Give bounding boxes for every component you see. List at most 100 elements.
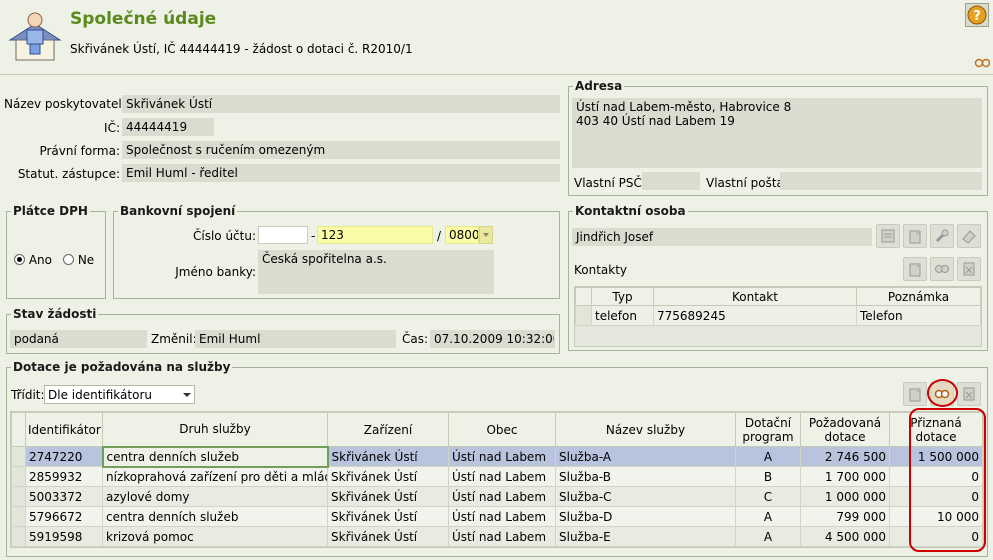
bank-code-field[interactable]: 0800 (445, 226, 479, 244)
radio-checked-icon (14, 254, 25, 265)
cell-program: C (735, 486, 801, 507)
representative-label: Statut. zástupce: (17, 167, 120, 181)
radio-unchecked-icon (63, 254, 74, 265)
page-subtitle: Skřivánek Ústí, IČ 44444419 - žádost o d… (70, 42, 413, 56)
posta-field[interactable] (780, 172, 982, 190)
representative-field[interactable]: Emil Huml - ředitel (122, 164, 560, 182)
cell-identifier: 5003372 (25, 486, 103, 507)
question-mark-icon: ? (967, 5, 987, 25)
account-prefix-field[interactable] (258, 226, 308, 244)
cell-program: A (735, 446, 801, 467)
services-new-button[interactable] (903, 382, 927, 406)
table-row[interactable]: 2747220 centra denních služeb Skřivánek … (11, 445, 983, 468)
legal-form-field[interactable]: Společnost s ručením omezeným (122, 141, 560, 159)
psc-label: Vlastní PSČ (574, 176, 642, 190)
row-selector[interactable] (11, 466, 26, 487)
col-program[interactable]: Dotační program (735, 412, 801, 447)
col-service-name[interactable]: Název služby (555, 412, 736, 447)
cell-service-type[interactable]: centra denních služeb (101, 445, 329, 468)
new-document-icon (909, 262, 921, 277)
account-label: Číslo účtu: (192, 229, 256, 243)
contacts-col-note[interactable]: Poznámka (856, 287, 981, 306)
changed-by-field[interactable]: Emil Huml (195, 330, 396, 348)
page-title: Společné údaje (70, 9, 217, 29)
contacts-col-contact[interactable]: Kontakt (653, 287, 857, 306)
cell-identifier: 2859932 (25, 466, 103, 487)
ic-label: IČ: (104, 121, 120, 135)
table-row[interactable]: 5796672 centra denních služeb Skřivánek … (11, 506, 983, 527)
vat-yes-label: Ano (28, 253, 52, 267)
contact-new-button[interactable] (903, 224, 927, 248)
status-field[interactable]: podaná (10, 330, 147, 348)
contact-select-button[interactable] (876, 224, 900, 248)
contacts-table: Typ Kontakt Poznámka telefon 775689245 T… (574, 286, 982, 347)
row-selector[interactable] (11, 446, 26, 467)
cell-facility: Skřivánek Ústí (327, 466, 449, 487)
contacts-table-empty (575, 326, 981, 346)
services-table: Identifikátor Druh služby Zařízení Obec … (10, 411, 984, 548)
contacts-view-button[interactable] (930, 257, 954, 281)
cell-facility: Skřivánek Ústí (327, 486, 449, 507)
col-municipality[interactable]: Obec (448, 412, 556, 447)
contacts-delete-button[interactable] (957, 257, 981, 281)
cell-service-type: centra denních služeb (102, 506, 328, 527)
delete-document-icon (963, 387, 975, 401)
account-number-field[interactable]: 123 (317, 226, 433, 244)
cell-requested: 4 500 000 (800, 526, 890, 547)
sort-select[interactable]: Dle identifikátoru (44, 385, 195, 404)
vat-yes-radio[interactable]: Ano (14, 253, 52, 267)
ic-field[interactable]: 44444419 (122, 118, 214, 136)
vat-legend: Plátce DPH (11, 204, 90, 218)
contacts-row[interactable]: telefon 775689245 Telefon (575, 305, 981, 326)
cell-program: A (735, 506, 801, 527)
time-field[interactable]: 07.10.2009 10:32:00 (430, 330, 555, 348)
table-row[interactable]: 5003372 azylové domy Skřivánek Ústí Ústí… (11, 486, 983, 507)
contact-note-cell: Telefon (856, 305, 981, 326)
bank-name-field[interactable]: Česká spořitelna a.s. (258, 250, 494, 294)
changed-by-label: Změnil: (151, 332, 197, 346)
glasses-icon (935, 265, 949, 273)
list-icon (881, 229, 895, 243)
table-row[interactable]: 5919598 krizová pomoc Skřivánek Ústí Úst… (11, 526, 983, 547)
row-selector[interactable] (11, 506, 26, 527)
cell-municipality: Ústí nad Labem (448, 486, 556, 507)
cell-municipality: Ústí nad Labem (448, 446, 556, 467)
cell-program: A (735, 526, 801, 547)
cell-requested: 799 000 (800, 506, 890, 527)
cell-requested: 1 000 000 (800, 486, 890, 507)
bank-code-dropdown[interactable] (479, 226, 493, 244)
eraser-icon (962, 230, 976, 244)
vat-no-radio[interactable]: Ne (63, 253, 94, 267)
cell-service-type: krizová pomoc (102, 526, 328, 547)
contacts-col-type[interactable]: Typ (591, 287, 654, 306)
col-identifier[interactable]: Identifikátor (25, 412, 103, 447)
contact-person-field[interactable]: Jindřich Josef (572, 228, 872, 246)
help-button[interactable]: ? (965, 3, 989, 27)
cell-service-name: Služba-D (555, 506, 736, 527)
view-glasses-icon[interactable] (974, 58, 990, 68)
contacts-new-button[interactable] (903, 257, 927, 281)
col-facility[interactable]: Zařízení (327, 412, 449, 447)
new-document-icon (909, 229, 921, 244)
row-selector[interactable] (575, 305, 592, 326)
cell-service-name: Služba-B (555, 466, 736, 487)
provider-name-field[interactable]: Skřivánek Ústí (122, 95, 560, 113)
vat-no-label: Ne (77, 253, 95, 267)
contact-legend: Kontaktní osoba (573, 204, 688, 218)
cell-requested: 1 700 000 (800, 466, 890, 487)
contact-edit-button[interactable] (930, 224, 954, 248)
col-service-type[interactable]: Druh služby (102, 412, 328, 447)
row-selector[interactable] (11, 526, 26, 547)
chevron-down-icon (183, 393, 191, 397)
contact-delete-button[interactable] (957, 224, 981, 248)
table-row[interactable]: 2859932 nízkoprahová zařízení pro děti a… (11, 466, 983, 487)
contacts-header-corner (575, 287, 592, 306)
col-requested[interactable]: Požadovaná dotace (800, 412, 890, 447)
row-selector[interactable] (11, 486, 26, 507)
account-dash: - (311, 229, 316, 243)
provider-name-label: Název poskytovatele: (4, 97, 134, 111)
address-field[interactable]: Ústí nad Labem-město, Habrovice 8 403 40… (572, 98, 982, 168)
psc-field[interactable] (642, 172, 700, 190)
cell-identifier: 5919598 (25, 526, 103, 547)
services-delete-button[interactable] (957, 382, 981, 406)
